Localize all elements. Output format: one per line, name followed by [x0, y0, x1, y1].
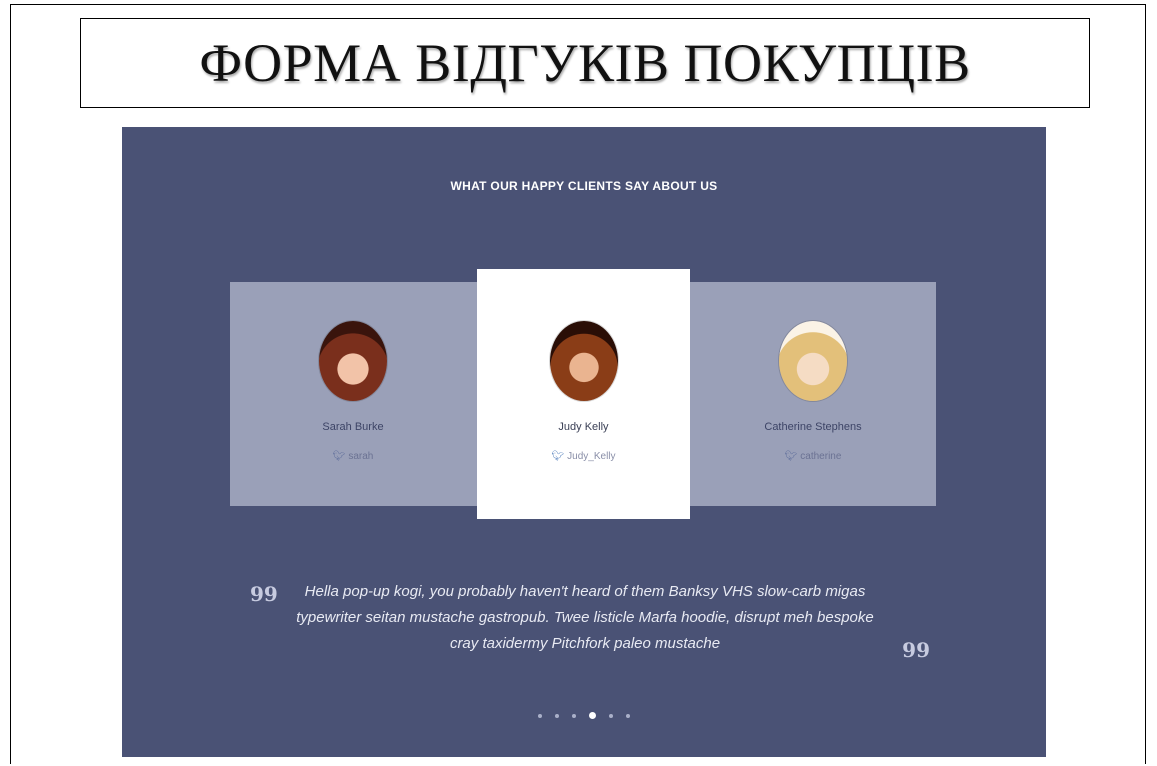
quote-open-icon: 99	[250, 582, 278, 606]
pagination-dot-5[interactable]	[609, 713, 613, 718]
pagination-dot-2[interactable]	[555, 713, 559, 718]
pagination-dot-6[interactable]	[626, 713, 630, 718]
client-handle[interactable]: 🐦︎ catherine	[785, 451, 842, 462]
client-name: Catherine Stephens	[764, 421, 862, 433]
avatar	[779, 321, 847, 401]
handle-text: Judy_Kelly	[567, 451, 616, 462]
testimonials-panel: WHAT OUR HAPPY CLIENTS SAY ABOUT US Sara…	[122, 127, 1046, 757]
pagination-dot-4[interactable]	[589, 712, 596, 719]
twitter-icon: 🐦︎	[332, 450, 346, 462]
handle-text: sarah	[348, 451, 374, 462]
pagination-dot-3[interactable]	[572, 713, 576, 718]
quote-close-icon: 99	[902, 638, 930, 662]
twitter-icon: 🐦︎	[551, 450, 565, 462]
avatar	[319, 321, 387, 401]
carousel-pagination	[122, 712, 1046, 719]
pagination-dot-1[interactable]	[538, 713, 542, 718]
testimonial-card-sarah[interactable]: Sarah Burke 🐦︎ sarah	[230, 282, 476, 506]
section-heading: WHAT OUR HAPPY CLIENTS SAY ABOUT US	[450, 179, 718, 193]
quote-line: Hella pop-up kogi, you probably haven't …	[304, 583, 866, 600]
client-handle[interactable]: 🐦︎ Judy_Kelly	[551, 451, 615, 462]
handle-text: catherine	[800, 451, 842, 462]
testimonial-card-judy[interactable]: Judy Kelly 🐦︎ Judy_Kelly	[477, 269, 690, 519]
testimonial-quote: 99 Hella pop-up kogi, you probably haven…	[250, 579, 930, 662]
client-name: Judy Kelly	[558, 421, 609, 433]
page-title-box: ФОРМА ВІДГУКІВ ПОКУПЦІВ	[80, 18, 1090, 108]
twitter-icon: 🐦︎	[784, 450, 798, 462]
page-title: ФОРМА ВІДГУКІВ ПОКУПЦІВ	[199, 33, 971, 93]
quote-line: cray taxidermy Pitchfork paleo mustache	[449, 635, 721, 652]
client-handle[interactable]: 🐦︎ sarah	[333, 451, 374, 462]
quote-line: typewriter seitan mustache gastropub. Tw…	[296, 609, 874, 626]
avatar	[549, 321, 618, 401]
client-name: Sarah Burke	[322, 421, 384, 433]
testimonial-card-catherine[interactable]: Catherine Stephens 🐦︎ catherine	[690, 282, 936, 506]
